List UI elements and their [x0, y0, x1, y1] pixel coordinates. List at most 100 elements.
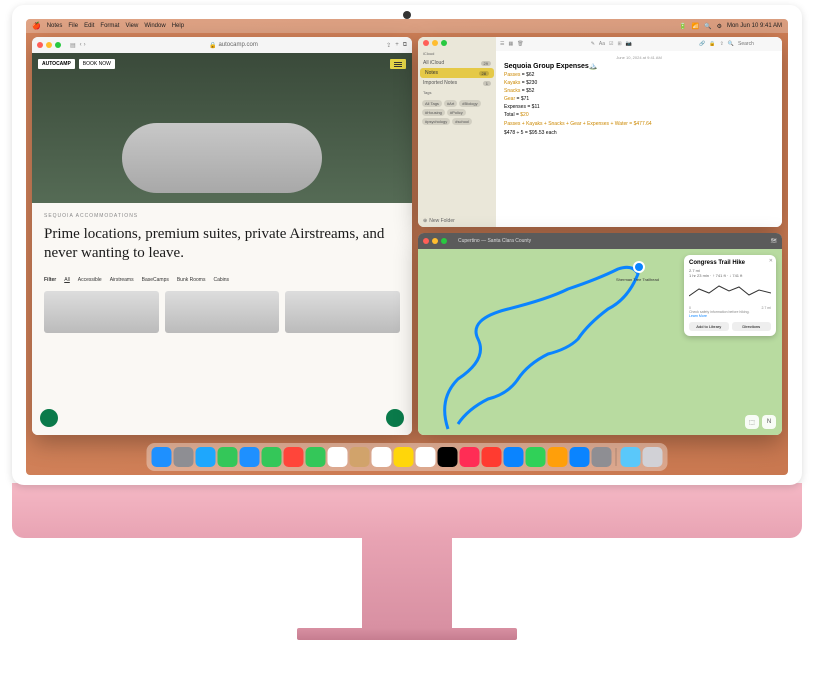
dock-numbers-icon[interactable]: [526, 447, 546, 467]
delete-icon[interactable]: 🗑: [517, 41, 523, 47]
accommodation-card[interactable]: [165, 291, 280, 333]
dock-launchpad-icon[interactable]: [174, 447, 194, 467]
dock-music-icon[interactable]: [460, 447, 480, 467]
dock-pages-icon[interactable]: [548, 447, 568, 467]
tag-chip[interactable]: #school: [452, 118, 472, 125]
battery-icon[interactable]: 🔋: [679, 23, 686, 30]
map-compass-button[interactable]: N: [762, 415, 776, 429]
menubar-datetime[interactable]: Mon Jun 10 9:41 AM: [727, 23, 782, 29]
close-button[interactable]: [423, 40, 429, 46]
dock-downloads-icon[interactable]: [621, 447, 641, 467]
tag-chip[interactable]: All Tags: [422, 100, 442, 107]
menubar-app-name[interactable]: Notes: [47, 23, 63, 29]
lock-icon[interactable]: 🔒: [709, 41, 715, 47]
dock-tv-icon[interactable]: [438, 447, 458, 467]
search-icon[interactable]: 🔍: [704, 23, 711, 30]
zoom-button[interactable]: [55, 42, 61, 48]
minimize-button[interactable]: [432, 40, 438, 46]
hamburger-menu[interactable]: [390, 59, 406, 69]
tabs-icon[interactable]: ⧉: [403, 42, 407, 49]
dock-messages-icon[interactable]: [218, 447, 238, 467]
filter-accessible[interactable]: Accessible: [78, 277, 102, 283]
sidebar-notes-folder[interactable]: Notes 28: [420, 68, 494, 78]
dock-news-icon[interactable]: [482, 447, 502, 467]
dock-mail-icon[interactable]: [240, 447, 260, 467]
directions-button[interactable]: Directions: [732, 322, 772, 331]
sidebar-toggle-icon[interactable]: ▤: [70, 42, 76, 49]
dock-safari-icon[interactable]: [196, 447, 216, 467]
chat-fab[interactable]: [40, 409, 58, 427]
search-input[interactable]: [738, 41, 778, 47]
table-icon[interactable]: ⊞: [618, 41, 622, 47]
list-view-icon[interactable]: ☰: [500, 41, 504, 47]
filter-cabins[interactable]: Cabins: [213, 277, 229, 283]
learn-more-link[interactable]: Learn More: [689, 314, 771, 318]
tag-chip[interactable]: #psychology: [422, 118, 450, 125]
control-center-icon[interactable]: ⚙︎: [717, 23, 722, 30]
dock-keynote-icon[interactable]: [504, 447, 524, 467]
share-icon[interactable]: ⇪: [386, 42, 391, 49]
zoom-button[interactable]: [441, 238, 447, 244]
filter-bunkrooms[interactable]: Bunk Rooms: [177, 277, 206, 283]
media-icon[interactable]: 📷: [626, 41, 632, 47]
close-button[interactable]: [423, 238, 429, 244]
new-tab-icon[interactable]: +: [395, 42, 399, 49]
tag-chip[interactable]: #Housing: [422, 109, 445, 116]
map-canvas[interactable]: Sherman Tree Trailhead ✕ Congress Trail …: [418, 249, 782, 435]
menu-edit[interactable]: Edit: [84, 23, 94, 29]
zoom-button[interactable]: [441, 40, 447, 46]
apple-menu[interactable]: 🍎: [32, 22, 41, 30]
dock-notes-icon[interactable]: [394, 447, 414, 467]
site-logo[interactable]: AUTOCAMP: [38, 59, 75, 69]
dock-reminders-icon[interactable]: [372, 447, 392, 467]
menu-help[interactable]: Help: [172, 23, 184, 29]
minimize-button[interactable]: [432, 238, 438, 244]
note-editor[interactable]: June 10, 2024 at 9:41 AM Sequoia Group E…: [496, 51, 782, 140]
filter-all[interactable]: All: [64, 277, 70, 283]
grid-view-icon[interactable]: ▦: [508, 41, 513, 47]
accommodation-card[interactable]: [44, 291, 159, 333]
dock-finder-icon[interactable]: [152, 447, 172, 467]
wifi-icon[interactable]: 📶: [692, 23, 699, 30]
link-icon[interactable]: 🔗: [699, 41, 705, 47]
trailhead-pin[interactable]: [633, 261, 645, 273]
add-to-library-button[interactable]: Add to Library: [689, 322, 729, 331]
location-label[interactable]: Cupertino — Santa Clara County: [458, 238, 531, 244]
checklist-icon[interactable]: ☑: [609, 41, 613, 47]
dock-settings-icon[interactable]: [592, 447, 612, 467]
dock-photos-icon[interactable]: [284, 447, 304, 467]
filter-basecamps[interactable]: BaseCamps: [142, 277, 169, 283]
map-mode-icon[interactable]: 🗺: [771, 238, 777, 244]
menu-file[interactable]: File: [68, 23, 78, 29]
tag-chip[interactable]: #Policy: [447, 109, 466, 116]
close-card-icon[interactable]: ✕: [769, 258, 773, 264]
sidebar-all-icloud[interactable]: All iCloud 29: [418, 58, 496, 68]
new-folder-button[interactable]: ⊕ New Folder: [418, 215, 496, 227]
search-icon[interactable]: 🔍: [728, 41, 734, 47]
dock-contacts-icon[interactable]: [350, 447, 370, 467]
menu-view[interactable]: View: [125, 23, 138, 29]
minimize-button[interactable]: [46, 42, 52, 48]
dock-trash-icon[interactable]: [643, 447, 663, 467]
map-3d-button[interactable]: ⬚: [745, 415, 759, 429]
dock-calendar-icon[interactable]: [328, 447, 348, 467]
accessibility-fab[interactable]: [386, 409, 404, 427]
address-bar[interactable]: 🔒 autocamp.com: [86, 42, 381, 49]
close-button[interactable]: [37, 42, 43, 48]
share-icon[interactable]: ⇪: [720, 41, 724, 47]
format-icon[interactable]: Aa: [599, 41, 605, 47]
sidebar-imported-folder[interactable]: Imported Notes 1: [418, 78, 496, 88]
menu-format[interactable]: Format: [100, 23, 119, 29]
filter-airstreams[interactable]: Airstreams: [110, 277, 134, 283]
dock-facetime-icon[interactable]: [306, 447, 326, 467]
dock-freeform-icon[interactable]: [416, 447, 436, 467]
book-now-button[interactable]: BOOK NOW: [79, 59, 115, 69]
back-button[interactable]: ‹: [80, 42, 82, 48]
accommodation-card[interactable]: [285, 291, 400, 333]
menu-window[interactable]: Window: [144, 23, 165, 29]
compose-icon[interactable]: ✎: [591, 41, 595, 47]
dock-maps-icon[interactable]: [262, 447, 282, 467]
tag-chip[interactable]: #Art: [444, 100, 457, 107]
tag-chip[interactable]: #Biology: [459, 100, 480, 107]
dock-appstore-icon[interactable]: [570, 447, 590, 467]
